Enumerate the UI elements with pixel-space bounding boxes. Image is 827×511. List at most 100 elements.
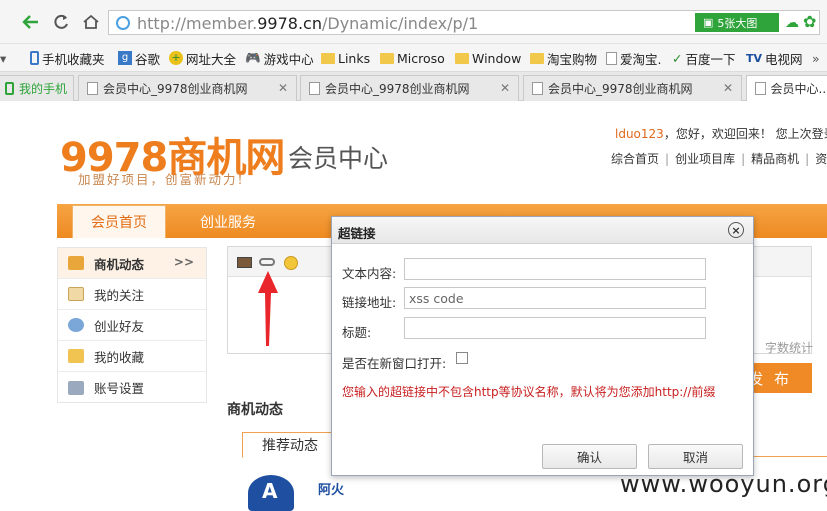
- nav-biz-service[interactable]: 创业服务: [200, 212, 256, 232]
- refresh-icon: [54, 14, 68, 29]
- bookmark-item[interactable]: 🎮 游戏中心: [245, 48, 314, 68]
- page-icon: [532, 82, 543, 95]
- home-icon: [83, 14, 99, 29]
- bookmark-item[interactable]: ✓ 百度一下: [672, 48, 736, 68]
- dialog-title: 超链接: [338, 226, 376, 241]
- users-icon: [68, 318, 84, 332]
- section-title: 商机动态: [227, 402, 283, 418]
- company-name[interactable]: 阿火: [318, 479, 344, 498]
- message-icon: [68, 256, 84, 270]
- back-button[interactable]: [20, 11, 42, 33]
- home-button[interactable]: [80, 11, 102, 33]
- link-projects[interactable]: 创业项目库: [675, 152, 735, 166]
- bookmark-item[interactable]: 爱淘宝.: [606, 48, 661, 68]
- bookmark-item[interactable]: 手机收藏夹: [30, 48, 105, 68]
- cancel-button[interactable]: 取消: [648, 444, 743, 469]
- new-window-checkbox[interactable]: [456, 352, 468, 364]
- page-icon: [309, 82, 320, 95]
- big-image-button[interactable]: ▣ 5张大图: [695, 13, 779, 32]
- star-icon: +: [169, 51, 183, 65]
- bookmarks-menu-icon[interactable]: ▾: [0, 48, 6, 68]
- tab-member-center-active[interactable]: 会员中心...: [746, 75, 827, 101]
- logo-tagline: 加盟好项目，创富新动力!: [78, 172, 245, 187]
- link-icon[interactable]: [259, 258, 275, 266]
- link-url-label: 链接地址:: [342, 295, 397, 310]
- baidu-icon: ✓: [672, 50, 683, 66]
- close-tab-icon[interactable]: ✕: [723, 81, 733, 95]
- refresh-button[interactable]: [50, 11, 72, 33]
- gamepad-icon: 🎮: [245, 50, 261, 65]
- sidebar-item-dynamics[interactable]: 商机动态 >>: [58, 248, 206, 279]
- top-links: 综合首页 | 创业项目库 | 精品商机 | 资: [611, 152, 827, 166]
- image-scan-icon: ▣: [703, 16, 714, 29]
- page-title: 会员中心: [288, 144, 389, 173]
- bookmarks-bar: ▾ 手机收藏夹 g 谷歌 + 网址大全 🎮 游戏中心 Links Microso Wi…: [0, 44, 827, 72]
- red-arrow-annotation: [258, 271, 278, 346]
- link-url-input[interactable]: [404, 287, 706, 309]
- bookmark-item[interactable]: TV 电视网: [746, 48, 803, 68]
- folder-icon: [321, 52, 335, 64]
- text-content-input[interactable]: [404, 258, 706, 280]
- link-home[interactable]: 综合首页: [611, 152, 659, 166]
- text-content-label: 文本内容:: [342, 266, 397, 281]
- bookmark-item[interactable]: g 谷歌: [118, 48, 160, 68]
- close-tab-icon[interactable]: ✕: [278, 81, 288, 95]
- bookmark-item[interactable]: Window: [455, 48, 521, 68]
- phone-icon: [30, 51, 39, 65]
- sidebar-item-settings[interactable]: 账号设置: [58, 372, 206, 403]
- phone-icon: [5, 82, 14, 95]
- page-icon: [87, 82, 98, 95]
- tab-member-center[interactable]: 会员中心_9978创业商机网 ✕: [523, 75, 742, 101]
- sidebar-item-friends[interactable]: 创业好友: [58, 310, 206, 341]
- confirm-button[interactable]: 确认: [542, 444, 637, 469]
- chevron-double-icon: >>: [173, 255, 194, 269]
- emoji-icon[interactable]: [284, 256, 298, 270]
- hyperlink-dialog: 超链接 × 文本内容: 链接地址: 标题: 是否在新窗口打开: 您输入的超链接中…: [331, 216, 754, 476]
- word-count-label: 字数统计: [765, 341, 814, 355]
- cloud-icon[interactable]: ☁: [785, 15, 799, 31]
- tab-member-center[interactable]: 会员中心_9978创业商机网 ✕: [78, 75, 297, 101]
- google-icon: g: [118, 51, 132, 65]
- page-icon: [755, 82, 766, 95]
- link-more[interactable]: 资: [815, 152, 827, 166]
- username-link[interactable]: lduo123: [615, 127, 664, 141]
- nav-member-home[interactable]: 会员首页: [72, 205, 166, 238]
- id-card-icon: [68, 287, 84, 301]
- address-bar[interactable]: http://member.9978.cn/Dynamic/index/p/1 …: [108, 10, 820, 35]
- bookmark-item[interactable]: Microso: [380, 48, 445, 68]
- tv-icon: TV: [746, 51, 763, 65]
- page-icon: [606, 51, 617, 65]
- sidebar-item-favorites[interactable]: 我的收藏: [58, 341, 206, 372]
- url-text[interactable]: http://member.9978.cn/Dynamic/index/p/1: [137, 14, 478, 33]
- welcome-text: lduo123，您好，欢迎回来！ 您上次登录: [615, 127, 827, 141]
- folder-icon: [380, 52, 394, 64]
- link-title-label: 标题:: [342, 325, 372, 340]
- link-title-input[interactable]: [404, 317, 706, 339]
- bookmarks-overflow-icon[interactable]: »: [812, 48, 820, 68]
- tab-recommended[interactable]: 推荐动态: [242, 432, 338, 458]
- watermark: www.wooyun.org: [620, 470, 827, 498]
- bookmark-item[interactable]: 淘宝购物: [530, 48, 597, 68]
- close-icon[interactable]: ×: [728, 222, 744, 238]
- sidebar-item-following[interactable]: 我的关注: [58, 279, 206, 310]
- bookmark-item[interactable]: + 网址大全: [169, 48, 236, 68]
- protocol-note: 您输入的超链接中不包含http等协议名称，默认将为您添加http://前缀: [342, 385, 716, 399]
- back-arrow-icon: [22, 15, 38, 29]
- sync-icon[interactable]: ✿: [803, 12, 816, 31]
- sidebar: 商机动态 >> 我的关注 创业好友 我的收藏 账号设置: [57, 247, 207, 403]
- tab-strip: 我的手机 会员中心_9978创业商机网 ✕ 会员中心_9978创业商机网 ✕ 会员中…: [0, 72, 827, 101]
- bookmark-item[interactable]: Links: [321, 48, 370, 68]
- folder-icon: [455, 52, 469, 64]
- link-premium[interactable]: 精品商机: [751, 152, 799, 166]
- tab-member-center[interactable]: 会员中心_9978创业商机网 ✕: [300, 75, 519, 101]
- company-logo[interactable]: [248, 475, 294, 511]
- browser-toolbar: http://member.9978.cn/Dynamic/index/p/1 …: [0, 0, 827, 44]
- image-icon[interactable]: [237, 257, 252, 268]
- close-tab-icon[interactable]: ✕: [500, 81, 510, 95]
- tab-my-phone[interactable]: 我的手机: [0, 75, 74, 101]
- folder-star-icon: [68, 349, 84, 363]
- wrench-icon: [68, 380, 84, 395]
- dialog-header[interactable]: 超链接 ×: [332, 217, 753, 244]
- new-window-label: 是否在新窗口打开:: [342, 356, 447, 371]
- site-globe-icon: [116, 16, 130, 30]
